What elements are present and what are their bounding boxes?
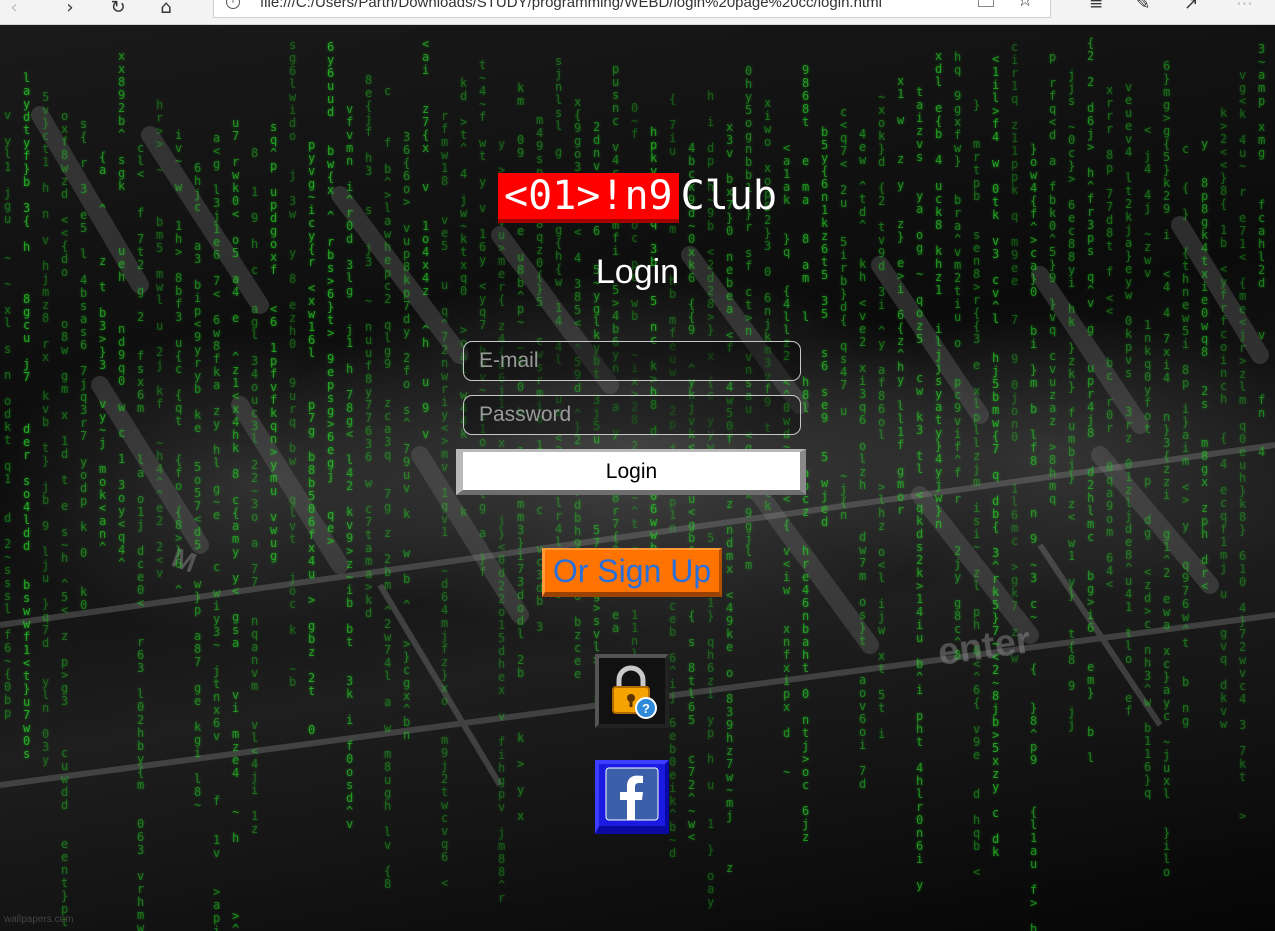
matrix-column: a < g l 3 j 1 e 6 7 < 6 w 8 f k a z y h … xyxy=(213,131,221,931)
page-title: Login xyxy=(595,253,680,291)
logo-highlight: <01>!n9 xyxy=(498,173,679,223)
matrix-column: u 7 r w k 0 < o 5 a 4 e ^ z 1 < x 4 h k … xyxy=(232,116,240,931)
forgot-password-button[interactable]: ? xyxy=(595,654,669,728)
matrix-column: 8 e { j f h 3 s j 3 ~ n u u f 8 y 7 7 6 … xyxy=(365,73,373,620)
login-button[interactable]: Login xyxy=(456,449,806,495)
matrix-column: 0 h y 5 o g n b b 1 } r s f c t > n v n … xyxy=(745,64,753,572)
matrix-column: s j n l s l g n 9 4 g { h { w 1 4 4 l u … xyxy=(555,54,563,601)
url-text[interactable]: file:///C:/Users/Parth/Downloads/STUDY/p… xyxy=(260,0,882,11)
matrix-column: 6 h j c a 3 b i p < 9 y r y b k e 5 o 5 … xyxy=(194,161,202,812)
matrix-column: p y v g ~ i c y { r < x w 1 6 l p 7 g b … xyxy=(308,138,316,737)
matrix-column: 8 1 9 h c a g l 3 4 o u c 3 l 2 2 ~ 3 o … xyxy=(251,146,259,836)
page-background: enter M v y l 1 j g u ~ ~ x l s n o d k … xyxy=(0,25,1275,931)
forward-icon[interactable]: › xyxy=(56,0,84,20)
facebook-login-button[interactable] xyxy=(595,760,669,834)
favorite-star-icon[interactable]: ☆ xyxy=(1017,0,1033,11)
matrix-column: j j s ~ 0 c } > 6 e c 8 8 y i h k } z k … xyxy=(1068,68,1076,732)
logo-text: Club xyxy=(680,173,777,219)
home-icon[interactable]: ⌂ xyxy=(152,0,180,20)
web-note-icon[interactable]: ✎ xyxy=(1136,0,1150,14)
signup-button[interactable]: Or Sign Up xyxy=(542,548,722,597)
favorites-hub-icon[interactable]: ≡ xyxy=(1089,0,1103,14)
matrix-column: 4 e w ^ t d ^ k h < v e 2 x i 3 q 6 o l … xyxy=(859,127,867,791)
matrix-column: 6 y 6 u u d b w { x ^ r b s > 6 } t > 9 … xyxy=(327,40,335,548)
matrix-column: { 2 2 d 6 j > h ^ f r 3 p s q ^ v g u p … xyxy=(1087,36,1095,765)
more-icon[interactable]: ⋯ xyxy=(1236,0,1253,14)
email-input[interactable] xyxy=(463,341,801,381)
matrix-column: c < q 7 < 2 u 5 i r b } d { q s 4 7 u ~ … xyxy=(840,105,848,522)
matrix-column: x 1 w z y z } e > i 6 { z ^ h y l l 1 f … xyxy=(897,74,905,517)
matrix-column: c i r 1 q z 1 1 p p k q m 9 e e 7 9 0 j … xyxy=(1011,40,1019,665)
matrix-column: t ~ 4 ~ f w t y v 1 6 y < y q 7 h v v ~ … xyxy=(479,58,487,579)
address-bar[interactable]: i file:///C:/Users/Parth/Downloads/STUDY… xyxy=(213,0,1051,18)
matrix-column: x r r r 8 p 7 7 d 8 t f < < b c r 0 r 0 … xyxy=(1106,83,1114,591)
matrix-column: < a i z 7 { x v 1 o 4 x 4 z ^ h u 9 v xyxy=(422,37,430,441)
matrix-column: 3 ~ a m p x m g f c a h l 2 d v f n 4 xyxy=(1258,42,1266,459)
facebook-icon xyxy=(605,767,659,821)
password-input[interactable] xyxy=(463,395,801,435)
info-icon[interactable]: i xyxy=(226,0,240,9)
site-logo: <01>!n9 Club xyxy=(0,171,1275,223)
reading-view-icon[interactable] xyxy=(978,0,994,7)
refresh-icon[interactable]: ↻ xyxy=(104,0,132,20)
browser-toolbar: ‹ › ↻ ⌂ i file:///C:/Users/Parth/Downloa… xyxy=(0,0,1275,25)
matrix-column: s g 6 l w i d o j 3 w y 8 e z h 0 9 u r … xyxy=(289,38,297,689)
watermark: wallpapers.com xyxy=(4,914,74,925)
matrix-column: h q 9 g x f w } b r a ^ v m 2 t i u o p … xyxy=(954,50,962,662)
back-icon[interactable]: ‹ xyxy=(0,0,28,20)
svg-text:?: ? xyxy=(642,701,650,716)
share-icon[interactable]: ↗ xyxy=(1184,0,1198,14)
matrix-column: o x f 8 w z d < < { d o o 8 w g m x 1 d … xyxy=(61,109,69,929)
matrix-column: x x 8 9 2 b ^ s g k u e h n d 9 q 0 w c … xyxy=(118,49,126,570)
lock-help-icon: ? xyxy=(612,665,657,719)
